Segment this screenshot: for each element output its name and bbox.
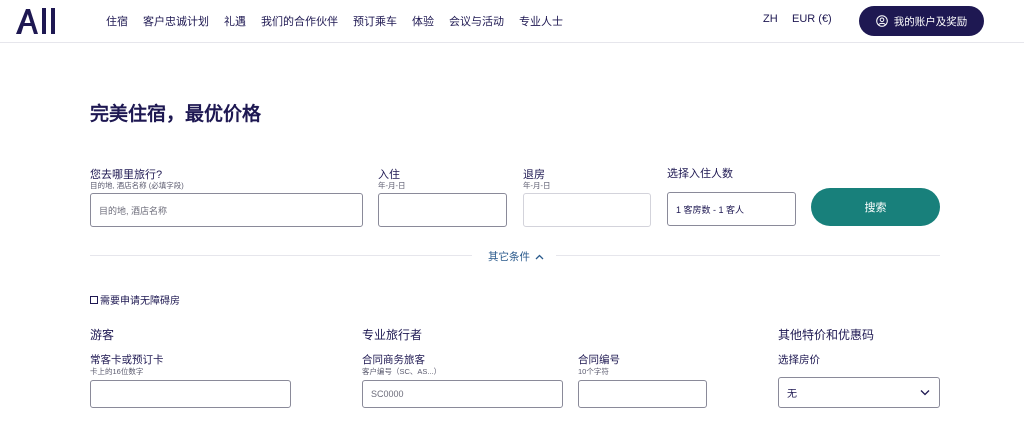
- account-button[interactable]: 我的账户及奖励: [859, 6, 984, 36]
- all-logo[interactable]: [14, 6, 62, 36]
- checkout-date-input[interactable]: [523, 193, 651, 227]
- contract-number-input[interactable]: [578, 380, 707, 408]
- loyalty-card-sublabel: 卡上的16位数字: [90, 367, 144, 376]
- contract-client-sublabel: 客户编号（SC、AS...）: [362, 367, 442, 376]
- loyalty-card-input[interactable]: [90, 380, 291, 408]
- user-icon: [875, 15, 888, 27]
- nav-item-benefits[interactable]: 礼遇: [224, 13, 246, 29]
- page-title: 完美住宿，最优价格: [90, 104, 262, 125]
- account-button-label: 我的账户及奖励: [893, 15, 968, 28]
- destination-input[interactable]: 目的地, 酒店名称: [90, 193, 363, 227]
- nav-item-experiences[interactable]: 体验: [412, 13, 434, 29]
- guests-selector[interactable]: 1 客房数 - 1 客人: [667, 192, 796, 226]
- contract-client-label: 合同商务旅客: [362, 354, 425, 366]
- offers-section-title: 其他特价和优惠码: [778, 328, 875, 342]
- divider: [90, 255, 472, 256]
- main-nav: 住宿 客户忠诚计划 礼遇 我们的合作伙伴 预订乘车 体验 会议与活动 专业人士: [106, 13, 578, 29]
- rate-select-value: 无: [787, 389, 797, 400]
- divider: [556, 255, 940, 256]
- accessible-room-label: 需要申请无障碍房: [100, 296, 180, 307]
- site-header: 住宿 客户忠诚计划 礼遇 我们的合作伙伴 预订乘车 体验 会议与活动 专业人士 …: [0, 0, 1024, 43]
- contract-number-sublabel: 10个字符: [578, 367, 609, 376]
- pro-section-title: 专业旅行者: [362, 328, 423, 342]
- accessible-room-checkbox[interactable]: 需要申请无障碍房: [90, 292, 180, 307]
- guest-section-title: 游客: [90, 328, 115, 342]
- contract-number-label: 合同编号: [578, 354, 620, 366]
- contract-client-input[interactable]: SC0000: [362, 380, 563, 408]
- currency-selector[interactable]: EUR (€): [792, 13, 832, 25]
- more-criteria-toggle[interactable]: 其它条件: [488, 249, 544, 264]
- nav-item-meetings[interactable]: 会议与活动: [449, 13, 504, 29]
- chevron-down-icon: [920, 390, 930, 396]
- guests-label: 选择入住人数: [667, 168, 733, 180]
- destination-sublabel: 目的地, 酒店名称 (必填字段): [90, 181, 184, 190]
- nav-item-loyalty[interactable]: 客户忠诚计划: [143, 13, 209, 29]
- rate-select[interactable]: 无: [778, 377, 940, 408]
- nav-item-stays[interactable]: 住宿: [106, 13, 128, 29]
- checkin-date-input[interactable]: [378, 193, 507, 227]
- loyalty-card-label: 常客卡或预订卡: [90, 354, 164, 366]
- chevron-up-icon: [535, 254, 544, 259]
- nav-item-partners[interactable]: 我们的合作伙伴: [261, 13, 338, 29]
- checkin-sublabel: 年-月-日: [378, 181, 406, 190]
- nav-item-rides[interactable]: 预订乘车: [353, 13, 397, 29]
- language-selector[interactable]: ZH: [763, 13, 778, 25]
- more-criteria-label: 其它条件: [488, 251, 530, 263]
- checkout-sublabel: 年-月-日: [523, 181, 551, 190]
- rate-label: 选择房价: [778, 354, 820, 366]
- search-button[interactable]: 搜索: [811, 188, 940, 226]
- nav-item-professionals[interactable]: 专业人士: [519, 13, 563, 29]
- checkbox-box[interactable]: [90, 295, 98, 304]
